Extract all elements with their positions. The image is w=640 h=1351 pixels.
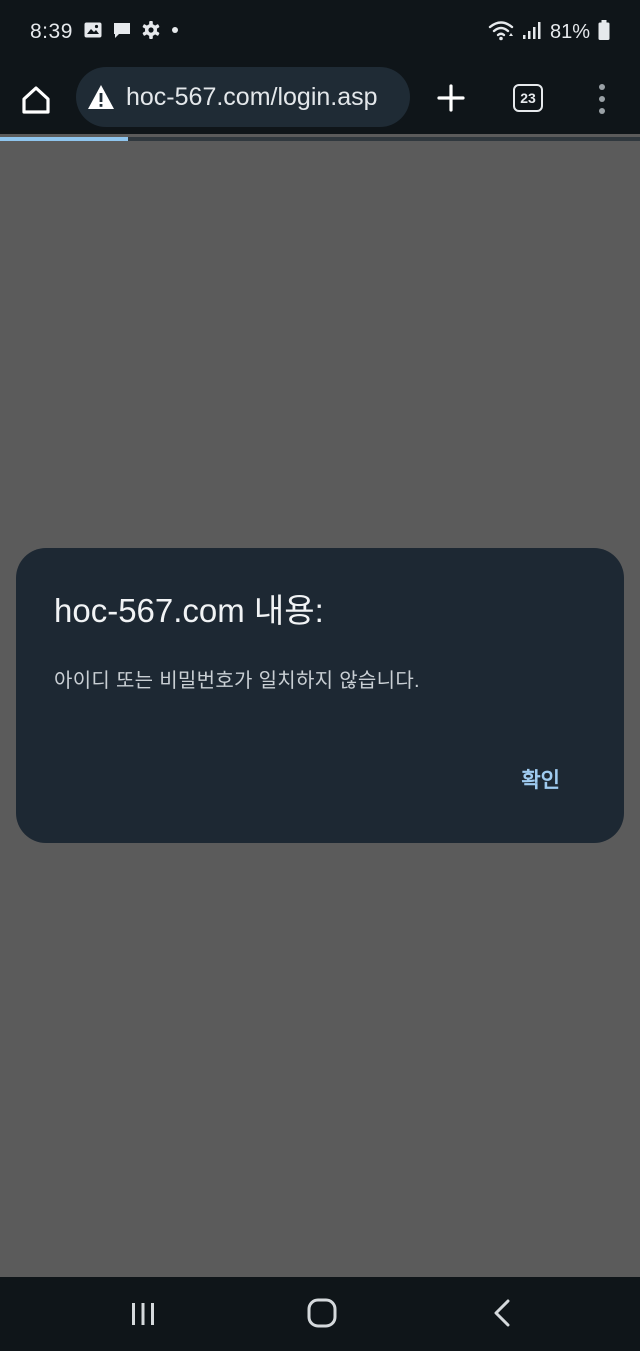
wifi-icon xyxy=(488,19,514,46)
dialog-message: 아이디 또는 비밀번호가 일치하지 않습니다. xyxy=(54,670,420,692)
ok-button[interactable]: 확인 xyxy=(521,764,560,794)
status-bar: 8:39 81% xyxy=(0,0,640,64)
notification-icons xyxy=(83,20,180,45)
back-icon xyxy=(494,1299,510,1327)
battery-icon xyxy=(598,19,610,46)
more-vert-icon xyxy=(599,84,605,114)
home-icon xyxy=(22,86,50,114)
address-bar[interactable]: hoc-567.com/login.asp xyxy=(76,67,410,127)
status-time: 8:39 xyxy=(30,20,73,43)
dialog-title: hoc-567.com 내용: xyxy=(54,592,324,629)
navigation-bar xyxy=(0,1277,640,1351)
dot-icon xyxy=(170,20,180,45)
tab-count: 23 xyxy=(520,90,536,106)
browser-toolbar: hoc-567.com/login.asp 23 xyxy=(0,64,640,134)
gallery-icon xyxy=(83,20,103,45)
back-button[interactable] xyxy=(490,1297,514,1329)
home-button[interactable] xyxy=(18,82,54,118)
message-icon xyxy=(112,20,132,45)
more-menu-button[interactable] xyxy=(590,82,614,116)
system-icons: 81% xyxy=(488,19,610,46)
new-tab-button[interactable] xyxy=(433,80,469,116)
signal-icon xyxy=(522,20,542,45)
recents-icon xyxy=(132,1303,154,1325)
settings-icon xyxy=(141,20,161,45)
load-progress-bar xyxy=(0,137,128,141)
home-icon xyxy=(307,1298,337,1328)
warning-icon[interactable] xyxy=(86,82,116,112)
nav-home-button[interactable] xyxy=(306,1297,338,1329)
tab-switcher-button[interactable]: 23 xyxy=(513,84,543,112)
recents-button[interactable] xyxy=(128,1301,158,1327)
alert-dialog: hoc-567.com 내용: 아이디 또는 비밀번호가 일치하지 않습니다. … xyxy=(16,548,624,843)
plus-icon xyxy=(437,84,465,112)
battery-percent: 81% xyxy=(549,20,590,43)
url-text[interactable]: hoc-567.com/login.asp xyxy=(126,83,378,112)
